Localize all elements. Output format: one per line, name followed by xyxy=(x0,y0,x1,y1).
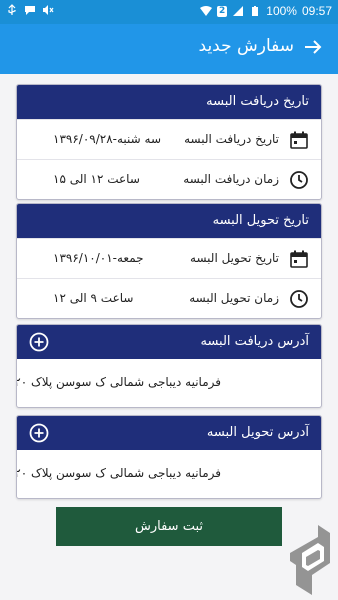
calendar-icon xyxy=(290,250,308,268)
clock-time: 09:57 xyxy=(301,4,332,18)
delivery-time-row[interactable]: زمان تحویل البسه ساعت ۹ الی ۱۲ xyxy=(17,278,321,318)
clock-icon xyxy=(290,290,308,308)
delivery-time-label: زمان تحویل البسه xyxy=(189,291,279,305)
delivery-address-text: فرمانیه دیباجی شمالی ک سوسن پلاک ۲۰ xyxy=(17,466,221,480)
mute-icon xyxy=(43,5,54,15)
pickup-date-row[interactable]: تاریخ دریافت البسه سه شنبه-۱۳۹۶/۰۹/۲۸ xyxy=(17,119,321,159)
delivery-time-value: ساعت ۹ الی ۱۲ xyxy=(53,291,134,305)
app-logo-watermark xyxy=(290,525,330,595)
calendar-icon xyxy=(290,131,308,149)
card-header: آدرس دریافت البسه xyxy=(17,325,321,359)
card-title: آدرس دریافت البسه xyxy=(200,334,309,349)
card-title: آدرس تحویل البسه xyxy=(206,425,309,440)
pickup-date-value: سه شنبه-۱۳۹۶/۰۹/۲۸ xyxy=(53,132,162,146)
delivery-address-body[interactable]: فرمانیه دیباجی شمالی ک سوسن پلاک ۲۰ xyxy=(17,450,321,498)
card-title: تاریخ تحویل البسه xyxy=(212,213,309,228)
add-circle-icon[interactable] xyxy=(29,423,49,443)
pickup-time-value: ساعت ۱۲ الی ۱۵ xyxy=(53,172,140,186)
pickup-date-card: تاریخ دریافت البسه تاریخ دریافت البسه سه… xyxy=(16,84,322,200)
delivery-date-label: تاریخ تحویل البسه xyxy=(190,251,279,265)
pickup-address-card: آدرس دریافت البسه فرمانیه دیباجی شمالی ک… xyxy=(16,324,322,408)
message-icon xyxy=(25,6,35,15)
delivery-address-card: آدرس تحویل البسه فرمانیه دیباجی شمالی ک … xyxy=(16,415,322,499)
card-header: تاریخ تحویل البسه xyxy=(17,204,321,238)
card-header: تاریخ دریافت البسه xyxy=(17,85,321,119)
signal-icon xyxy=(233,6,244,16)
battery-icon xyxy=(252,6,259,16)
pickup-date-label: تاریخ دریافت البسه xyxy=(184,132,279,146)
battery-percent: 100% xyxy=(266,4,297,18)
clock-icon xyxy=(290,171,308,189)
delivery-date-card: تاریخ تحویل البسه تاریخ تحویل البسه جمعه… xyxy=(16,203,322,319)
app-bar: سفارش جدید xyxy=(0,24,338,74)
pickup-time-label: زمان دریافت البسه xyxy=(183,172,279,186)
pickup-address-body[interactable]: فرمانیه دیباجی شمالی ک سوسن پلاک ۲۰ xyxy=(17,359,321,407)
add-circle-icon[interactable] xyxy=(29,332,49,352)
card-header: آدرس تحویل البسه xyxy=(17,416,321,450)
arrow-forward-icon[interactable] xyxy=(302,36,324,58)
wifi-icon xyxy=(200,6,212,16)
sim-badge: 2 xyxy=(217,5,228,17)
pickup-address-text: فرمانیه دیباجی شمالی ک سوسن پلاک ۲۰ xyxy=(17,375,221,389)
delivery-date-value: جمعه-۱۳۹۶/۱۰/۰۱ xyxy=(53,251,144,265)
card-title: تاریخ دریافت البسه xyxy=(206,94,309,109)
submit-order-button[interactable]: ثبت سفارش xyxy=(56,507,282,546)
pickup-time-row[interactable]: زمان دریافت البسه ساعت ۱۲ الی ۱۵ xyxy=(17,159,321,199)
page-title: سفارش جدید xyxy=(198,36,294,56)
usb-icon xyxy=(8,4,16,15)
delivery-date-row[interactable]: تاریخ تحویل البسه جمعه-۱۳۹۶/۱۰/۰۱ xyxy=(17,238,321,278)
status-bar: 2 100% 09:57 xyxy=(0,0,338,24)
